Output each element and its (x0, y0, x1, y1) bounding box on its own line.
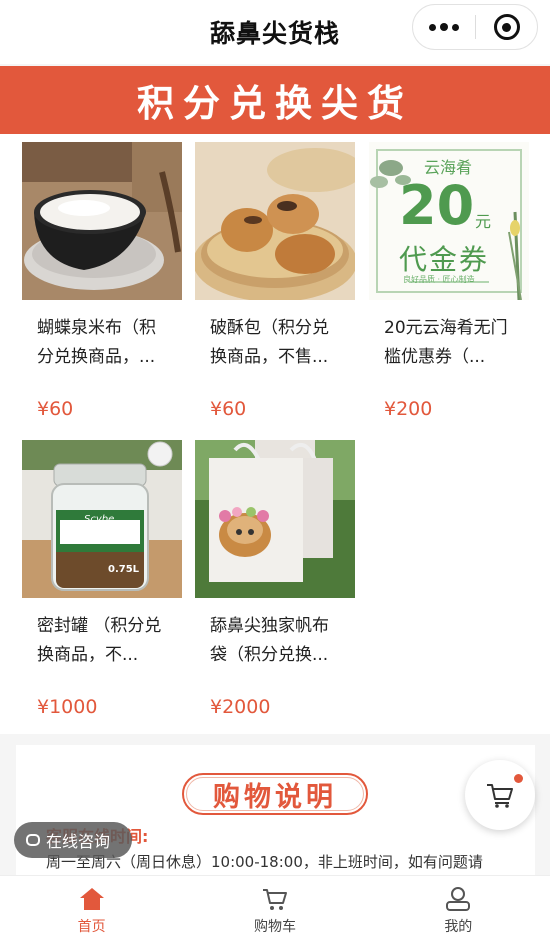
product-name[interactable]: 20元云海肴无门槛优惠券（... (369, 314, 529, 372)
tab-home-label: 首页 (77, 919, 106, 935)
product-name[interactable]: 舔鼻尖独家帆布袋（积分兑换... (195, 612, 355, 670)
product-card[interactable]: 破酥包（积分兑换商品，不售... ¥60 (195, 142, 355, 420)
tab-profile-label: 我的 (444, 919, 473, 935)
product-image-rice-pudding[interactable] (22, 142, 182, 300)
user-icon (446, 887, 471, 911)
product-card[interactable]: 蝴蝶泉米布（积分兑换商品，... ¥60 (22, 142, 182, 420)
close-mini-program-icon[interactable] (476, 14, 537, 40)
tab-home[interactable]: 首页 (0, 876, 183, 945)
bottom-tab-bar: 首页 购物车 我的 (0, 875, 550, 945)
tab-cart-label: 购物车 (253, 919, 296, 935)
more-options-icon[interactable] (413, 5, 475, 49)
page: 舔鼻尖货栈 积分兑换尖货 蝴蝶泉米布（积分兑换商品，... ¥60 破酥包（积分… (0, 0, 550, 945)
product-image-glass-jar[interactable]: Scybe 0.75L (22, 440, 182, 598)
shopping-info-title: 购物说明 (182, 773, 368, 815)
product-card[interactable]: 云海肴 20 元 代金券 良好品质 · 匠心制造 20元云海肴无门槛优惠券（..… (369, 142, 529, 420)
points-exchange-banner: 积分兑换尖货 (0, 66, 550, 134)
top-nav-bar: 舔鼻尖货栈 (0, 0, 550, 64)
product-image-voucher[interactable]: 云海肴 20 元 代金券 良好品质 · 匠心制造 (369, 142, 529, 300)
jar-volume: 0.75L (108, 564, 140, 575)
voucher-amount: 20 (399, 174, 475, 237)
voucher-label: 代金券 (399, 243, 490, 276)
mini-program-capsule (412, 4, 538, 50)
cart-icon (262, 889, 287, 910)
product-price: ¥2000 (210, 696, 271, 718)
product-image-canvas-tote-bag[interactable] (195, 440, 355, 598)
page-title: 舔鼻尖货栈 (209, 19, 340, 48)
product-card[interactable]: 舔鼻尖独家帆布袋（积分兑换... ¥2000 (195, 440, 355, 718)
cart-icon (487, 784, 513, 808)
floating-cart-button[interactable] (465, 760, 535, 830)
product-price: ¥1000 (37, 696, 98, 718)
shopping-info-card: 购物说明 客服在线时间: 周一至周六（周日休息）10:00-18:00，非上班时… (16, 745, 535, 885)
online-consult-label: 在线咨询 (46, 832, 111, 851)
product-price: ¥200 (384, 398, 433, 420)
product-image-pastry-buns[interactable] (195, 142, 355, 300)
product-card[interactable]: Scybe 0.75L 密封罐 （积分兑换商品，不... ¥1000 (22, 440, 182, 718)
product-grid: 蝴蝶泉米布（积分兑换商品，... ¥60 破酥包（积分兑换商品，不售... ¥6… (0, 134, 550, 734)
tab-profile[interactable]: 我的 (367, 876, 550, 945)
product-price: ¥60 (210, 398, 247, 420)
jar-brand: Scybe (84, 514, 115, 525)
chat-bubble-icon (26, 834, 40, 846)
cart-badge-dot (514, 774, 523, 783)
banner-title: 积分兑换尖货 (137, 82, 413, 125)
product-price: ¥60 (37, 398, 74, 420)
voucher-footer: 良好品质 · 匠心制造 (403, 275, 475, 284)
product-name[interactable]: 密封罐 （积分兑换商品，不... (22, 612, 182, 670)
online-consult-button[interactable]: 在线咨询 (14, 822, 132, 858)
product-name[interactable]: 蝴蝶泉米布（积分兑换商品，... (22, 314, 182, 372)
product-name[interactable]: 破酥包（积分兑换商品，不售... (195, 314, 355, 372)
home-icon (79, 888, 104, 910)
voucher-unit: 元 (475, 212, 492, 231)
shopping-info-title-text: 购物说明 (213, 781, 337, 813)
tab-cart[interactable]: 购物车 (183, 876, 366, 945)
